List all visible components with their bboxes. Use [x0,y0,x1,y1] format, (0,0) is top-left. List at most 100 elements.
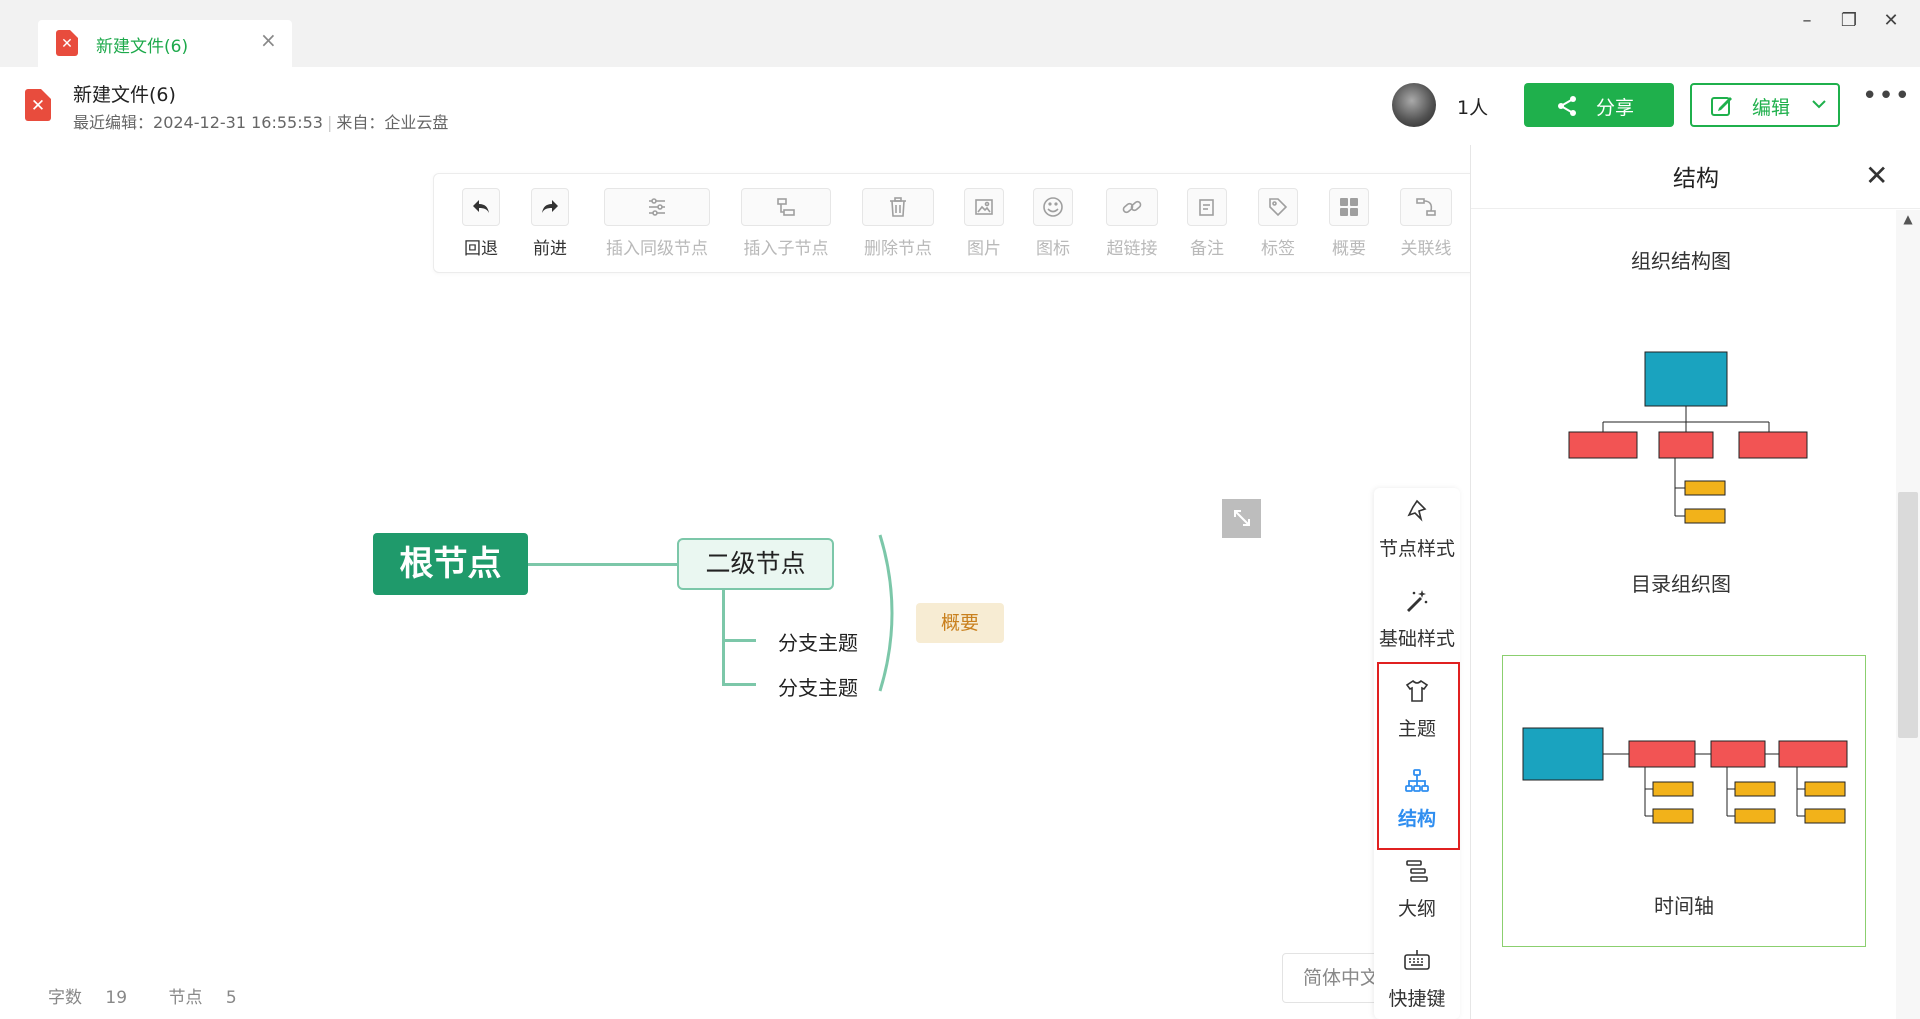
tag-button[interactable]: 标签 [1258,188,1298,259]
more-options-button[interactable]: ••• [1862,81,1911,111]
toolbar-label: 回退 [464,239,498,259]
rail-outline[interactable]: 大纲 [1374,858,1460,921]
redo-button[interactable]: 前进 [531,188,569,259]
toolbar-label: 概要 [1332,239,1366,259]
connector-line [722,683,756,686]
toolbar-label: 备注 [1190,239,1224,259]
node-count: 节点 5 [168,988,237,1008]
branch-topic[interactable]: 分支主题 [778,627,858,656]
toolbar-label: 插入同级节点 [606,239,708,259]
toolbar-label: 插入子节点 [743,239,829,259]
scroll-up-arrow-icon[interactable]: ▲ [1898,212,1918,226]
summary-node[interactable]: 概要 [916,603,1004,643]
structure-panel: 结构 ✕ 组织结构图 目录组织图 时间轴 [1470,145,1920,1019]
toolbar-label: 删除节点 [864,239,932,259]
relation-line-icon [1416,198,1436,216]
structure-label: 时间轴 [1654,894,1714,918]
undo-button[interactable]: 回退 [462,188,500,259]
undo-icon [473,200,489,213]
branch-topic[interactable]: 分支主题 [778,672,858,701]
image-icon [975,199,993,215]
note-button[interactable]: 备注 [1187,188,1227,259]
summary-grid-icon [1340,198,1358,216]
rail-label: 大纲 [1397,898,1436,920]
mindmap-file-icon: ✕ [25,89,51,121]
edited-time: 2024-12-31 16:55:53 [153,113,323,132]
outline-icon [1406,860,1428,882]
chevron-down-icon[interactable] [1810,95,1828,113]
summary-bracket [878,534,894,692]
tag-icon [1269,198,1288,217]
edited-label: 最近编辑： [73,113,154,132]
toolbar-label: 标签 [1261,239,1295,259]
insert-sibling-button[interactable]: 插入同级节点 [604,188,710,259]
minimize-button[interactable]: – [1792,10,1822,31]
share-icon [1558,96,1576,116]
tab-close-icon[interactable]: × [260,28,277,52]
source-link[interactable]: 企业云盘 [384,113,448,132]
scrollbar-thumb[interactable] [1898,492,1918,738]
rail-node-style[interactable]: 节点样式 [1374,498,1460,561]
collaborator-count[interactable]: 1人 [1457,93,1488,120]
word-count: 字数 19 [48,988,128,1008]
relation-line-button[interactable]: 关联线 [1400,188,1452,259]
note-icon [1199,199,1214,216]
restore-button[interactable]: ❐ [1834,10,1864,31]
edit-icon [1711,97,1732,116]
status-bar: 字数 19 节点 5 [48,983,273,1008]
source-label: 来自： [336,113,385,132]
summary-button[interactable]: 概要 [1329,188,1369,259]
mindmap-file-icon: ✕ [56,30,78,56]
toolbar-label: 关联线 [1400,239,1452,259]
insert-image-button[interactable]: 图片 [964,188,1004,259]
rail-label: 基础样式 [1378,628,1455,650]
fit-screen-button[interactable] [1222,499,1261,538]
window-close-button[interactable]: ✕ [1876,10,1906,31]
mindmap-canvas[interactable]: 回退 前进 插入同级节点 插入子节点 删除节点 图片 图标 超链接 备注 标签 … [0,145,1470,1019]
document-header: ✕ 新建文件(6) 最近编辑：2024-12-31 16:55:53 | 来自：企业… [0,67,1920,145]
file-name[interactable]: 新建文件(6) [73,80,176,107]
rail-basic-style[interactable]: 基础样式 [1374,588,1460,651]
connector-line [528,563,677,566]
panel-close-icon[interactable]: ✕ [1865,159,1888,192]
insert-child-icon [777,198,795,216]
rail-shortcuts[interactable]: 快捷键 [1374,948,1460,1011]
avatar[interactable] [1392,83,1436,127]
title-bar: ✕ 新建文件(6) × – ❐ ✕ [0,0,1920,67]
org-chart-thumbnail[interactable] [1561,350,1811,535]
delete-node-button[interactable]: 删除节点 [862,188,934,259]
timeline-thumbnail [1522,727,1848,824]
toolbar-label: 前进 [533,239,567,259]
smiley-icon [1043,197,1063,217]
toolbar-label: 超链接 [1106,239,1158,259]
link-icon [1122,200,1142,214]
share-label: 分享 [1596,97,1635,119]
tab-title: 新建文件(6) [96,37,189,57]
root-node[interactable]: 根节点 [373,533,528,595]
trash-icon [890,197,906,217]
file-tab[interactable]: ✕ 新建文件(6) × [38,20,292,67]
keyboard-icon [1404,950,1430,970]
file-meta: 最近编辑：2024-12-31 16:55:53 | 来自：企业云盘 [73,113,449,132]
panel-title: 结构 [1673,166,1719,192]
structure-label[interactable]: 组织结构图 [1471,245,1891,274]
insert-icon-button[interactable]: 图标 [1033,188,1073,259]
rail-label: 快捷键 [1388,988,1446,1010]
node-style-icon [1407,499,1427,522]
editing-toolbar: 回退 前进 插入同级节点 插入子节点 删除节点 图片 图标 超链接 备注 标签 … [433,173,1470,273]
share-button[interactable]: 分享 [1524,83,1674,127]
insert-child-button[interactable]: 插入子节点 [741,188,831,259]
insert-sibling-icon [649,198,665,216]
expand-arrows-icon [1233,510,1250,526]
edit-label: 编辑 [1752,97,1791,119]
timeline-structure-option[interactable]: 时间轴 [1502,655,1866,947]
edit-button[interactable]: 编辑 [1690,83,1840,127]
highlight-box [1377,662,1460,850]
hyperlink-button[interactable]: 超链接 [1106,188,1158,259]
magic-wand-icon [1407,590,1428,612]
rail-label: 节点样式 [1378,538,1455,560]
structure-label[interactable]: 目录组织图 [1471,568,1891,597]
level2-node[interactable]: 二级节点 [677,538,834,590]
connector-line [722,639,756,642]
connector-line [722,590,725,685]
